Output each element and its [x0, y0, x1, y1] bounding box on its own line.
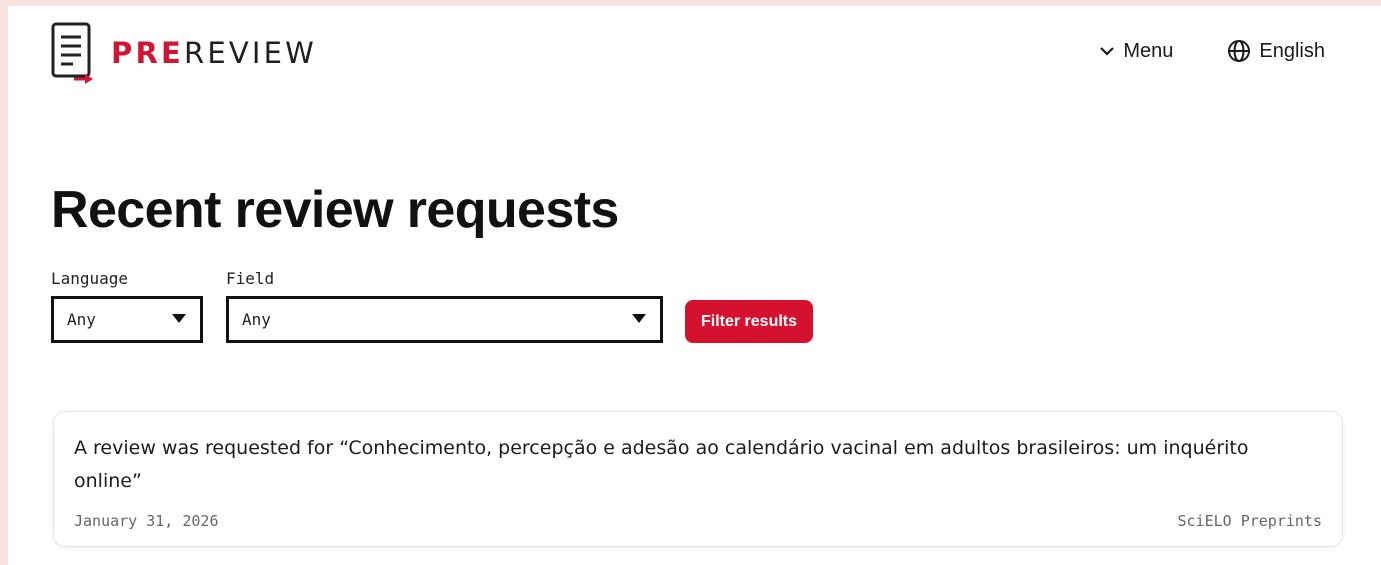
- dropdown-caret-icon: [632, 314, 646, 323]
- menu-label: Menu: [1123, 39, 1174, 62]
- menu-button[interactable]: Menu: [1099, 40, 1173, 63]
- language-switcher[interactable]: English: [1227, 39, 1325, 63]
- document-arrow-icon: [51, 22, 93, 84]
- wordmark-rest: REVIEW: [184, 35, 318, 70]
- wordmark-pre: PRE: [111, 35, 184, 70]
- language-select[interactable]: Any: [51, 296, 203, 343]
- filter-results-button[interactable]: Filter results: [685, 300, 813, 343]
- language-select-value: Any: [67, 310, 96, 329]
- page: PREREVIEW Menu English Recent review req…: [8, 6, 1381, 565]
- field-filter-label: Field: [226, 269, 275, 288]
- field-select-value: Any: [242, 310, 271, 329]
- top-nav: Menu English: [1099, 39, 1325, 63]
- prereview-logo-link[interactable]: PREREVIEW: [50, 22, 317, 84]
- page-title: Recent review requests: [51, 181, 619, 239]
- review-request-text[interactable]: A review was requested for “Conhecimento…: [74, 432, 1254, 498]
- review-request-card[interactable]: A review was requested for “Conhecimento…: [53, 411, 1343, 547]
- chevron-down-icon: [1100, 47, 1115, 56]
- language-label: English: [1259, 39, 1325, 62]
- globe-icon: [1228, 40, 1251, 62]
- field-select[interactable]: Any: [226, 296, 663, 343]
- review-request-source: SciELO Preprints: [1177, 512, 1323, 530]
- review-request-date: January 31, 2026: [74, 512, 219, 530]
- language-filter-label: Language: [51, 269, 129, 288]
- prereview-wordmark: PREREVIEW: [111, 35, 318, 70]
- dropdown-caret-icon: [172, 314, 186, 323]
